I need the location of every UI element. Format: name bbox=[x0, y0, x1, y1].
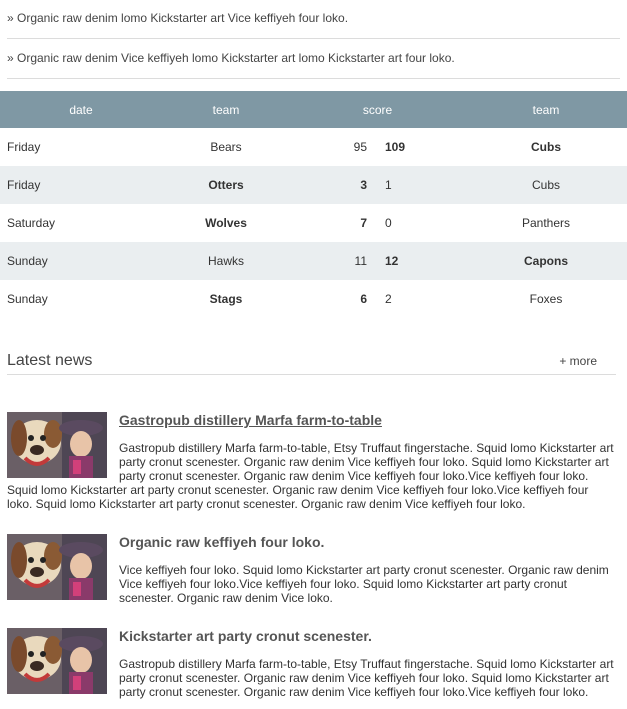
date-cell: Sunday bbox=[7, 292, 48, 306]
home-team-cell: Otters bbox=[162, 166, 290, 204]
news-item: Kickstarter art party cronut scenester. … bbox=[7, 628, 617, 699]
date-cell: Sunday bbox=[0, 242, 162, 280]
home-team-cell: Stags bbox=[209, 292, 243, 306]
more-news-link[interactable]: + more bbox=[559, 354, 597, 368]
news-item: Organic raw keffiyeh four loko. Vice kef… bbox=[7, 534, 617, 605]
news-thumbnail-image[interactable] bbox=[7, 412, 107, 478]
table-header-row: date team score team bbox=[0, 91, 627, 128]
away-score-cell: 109 bbox=[385, 140, 406, 154]
bullet-list: » Organic raw denim lomo Kickstarter art… bbox=[0, 0, 627, 79]
away-score-cell: 0 bbox=[385, 216, 392, 230]
home-score-cell: 95 bbox=[353, 140, 367, 154]
home-score-cell: 7 bbox=[360, 216, 367, 230]
latest-news-header: Latest news + more bbox=[7, 350, 616, 375]
away-team-cell: Foxes bbox=[529, 292, 563, 306]
table-row: Sunday Hawks 11 12 Capons bbox=[0, 242, 627, 280]
home-score-cell: 11 bbox=[290, 242, 374, 280]
table-row: Saturday Wolves 7 0 Panthers bbox=[0, 204, 627, 242]
away-score-cell: 12 bbox=[374, 242, 465, 280]
news-item: Gastropub distillery Marfa farm-to-table… bbox=[7, 412, 617, 511]
scores-table-body: Friday Bears 95 109 Cubs Friday Otters 3 1 Cubs Sa… bbox=[0, 128, 627, 318]
home-team-cell: Hawks bbox=[162, 242, 290, 280]
away-score-cell: 1 bbox=[374, 166, 465, 204]
away-team-cell: Cubs bbox=[465, 166, 627, 204]
home-team-cell: Wolves bbox=[205, 216, 247, 230]
home-team-cell: Bears bbox=[210, 140, 242, 154]
column-header-date: date bbox=[0, 91, 162, 128]
news-thumbnail-image[interactable] bbox=[7, 534, 107, 600]
table-row: Friday Bears 95 109 Cubs bbox=[0, 128, 627, 166]
column-header-team: team bbox=[465, 91, 627, 128]
table-row: Sunday Stags 6 2 Foxes bbox=[0, 280, 627, 318]
home-score-cell: 3 bbox=[290, 166, 374, 204]
date-cell: Friday bbox=[7, 140, 41, 154]
home-score-cell: 6 bbox=[360, 292, 367, 306]
news-thumbnail-image[interactable] bbox=[7, 628, 107, 694]
column-header-score: score bbox=[290, 91, 465, 128]
latest-news-title: Latest news bbox=[7, 352, 93, 369]
bullet-item: » Organic raw denim Vice keffiyeh lomo K… bbox=[7, 39, 620, 79]
table-row: Friday Otters 3 1 Cubs bbox=[0, 166, 627, 204]
away-team-cell: Capons bbox=[465, 242, 627, 280]
bullet-item: » Organic raw denim lomo Kickstarter art… bbox=[7, 0, 620, 39]
date-cell: Friday bbox=[0, 166, 162, 204]
scores-table: date team score team Friday Bears 95 109 Cub… bbox=[0, 91, 627, 318]
away-team-cell: Panthers bbox=[521, 216, 571, 230]
column-header-team: team bbox=[162, 91, 290, 128]
away-team-cell: Cubs bbox=[531, 140, 561, 154]
date-cell: Saturday bbox=[7, 216, 56, 230]
away-score-cell: 2 bbox=[385, 292, 392, 306]
